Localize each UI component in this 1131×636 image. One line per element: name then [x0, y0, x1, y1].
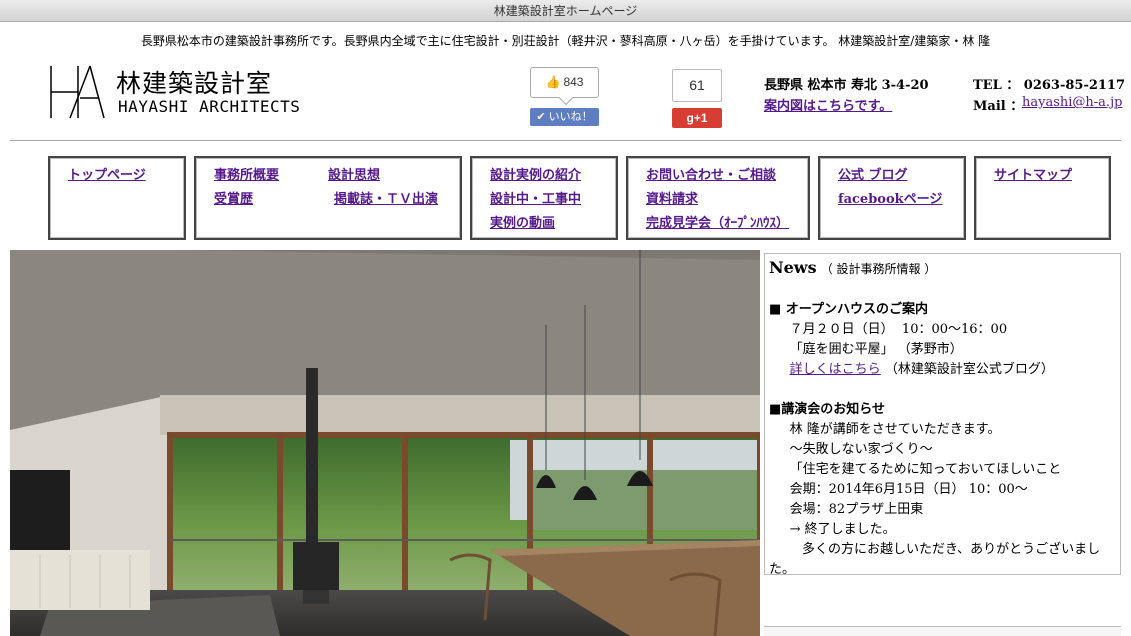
news-item2-line4: 会期：2014年6月15日（日） 10：00～ — [769, 482, 1028, 497]
site-logo[interactable]: 林建築設計室 HAYASHI ARCHITECTS — [48, 64, 308, 120]
news-item1-link[interactable]: 詳しくはこちら — [790, 362, 881, 377]
map-link[interactable]: 案内図はこちらです。 — [764, 95, 892, 114]
news-item2-line3: 「住宅を建てるために知っておいてほしいこと — [769, 462, 1062, 477]
gplus-count: 61 — [672, 69, 722, 102]
logo-english-text: HAYASHI ARCHITECTS — [118, 97, 301, 116]
news-item1-link-note: （林建築設計室公式ブログ） — [880, 362, 1054, 377]
phone-number: TEL ： 0263-85-2117 — [973, 78, 1126, 93]
header-divider — [10, 140, 1121, 141]
news-item2-line1: 林 隆が講師をさせていただきます。 — [769, 422, 1001, 437]
nav-link-top[interactable]: トップページ — [68, 164, 146, 183]
news-item2-title: ■講演会のお知らせ — [769, 402, 886, 417]
news-panel: News （ 設計事務所情報 ） ■ オープンハウスのご案内 ７月２０日（日） … — [764, 253, 1121, 577]
logo-japanese-text: 林建築設計室 — [116, 69, 273, 98]
nav-link-facebook[interactable]: facebookページ — [838, 188, 942, 207]
mail-label: Mail ： — [973, 99, 1024, 114]
news-item2-line6: → 終了しました。 — [769, 522, 896, 537]
nav-box-works: 設計実例の紹介 設計中・工事中 実例の動画 — [470, 156, 618, 240]
thumbs-up-icon: 👍 — [545, 75, 561, 89]
news-subheading: （ 設計事務所情報 ） — [820, 262, 937, 276]
nav-link-philosophy[interactable]: 設計思想 — [328, 164, 380, 183]
site-tagline: 長野県松本市の建築設計事務所です。長野県内全域で主に住宅設計・別荘設計（軽井沢・… — [140, 34, 991, 48]
news-item2-line7: 多くの方にお越しいただき、ありがとうございまし — [769, 542, 1101, 557]
address-text: 長野県 松本市 寿北 3-4-20 — [764, 78, 929, 93]
nav-box-office: 事務所概要 設計思想 受賞歴 掲載誌・ＴＶ出演 — [194, 156, 462, 240]
nav-link-awards[interactable]: 受賞歴 — [214, 188, 253, 207]
lower-panel-edge — [764, 626, 1121, 636]
gplus-button[interactable]: g+1 — [672, 108, 722, 128]
news-item1-date: ７月２０日（日） 10：00～16：00 — [769, 322, 1008, 337]
nav-link-sitemap[interactable]: サイトマップ — [994, 164, 1072, 183]
news-item1-name: 「庭を囲む平屋」 （茅野市） — [769, 342, 963, 357]
facebook-like-count: 👍 843 — [530, 67, 599, 98]
news-item1-title: ■ オープンハウスのご案内 — [769, 302, 929, 317]
window-titlebar: 林建築設計室ホームページ — [0, 0, 1131, 22]
news-heading: News — [769, 258, 817, 277]
hero-photo — [10, 250, 760, 636]
window-title: 林建築設計室ホームページ — [493, 4, 638, 18]
news-item2-line8: た。 — [769, 562, 796, 577]
nav-link-about[interactable]: 事務所概要 — [214, 164, 279, 183]
news-item2-line5: 会場：82プラザ上田東 — [769, 502, 924, 517]
nav-box-top: トップページ — [48, 156, 186, 240]
nav-link-in-progress[interactable]: 設計中・工事中 — [490, 188, 581, 207]
nav-link-videos[interactable]: 実例の動画 — [490, 212, 555, 231]
interior-photo-illustration — [10, 250, 760, 636]
news-item2-line2: ～失敗しない家づくり～ — [769, 442, 933, 457]
nav-link-contact[interactable]: お問い合わせ・ご相談 — [646, 164, 776, 183]
nav-link-blog[interactable]: 公式 ブログ — [838, 164, 908, 183]
nav-link-media[interactable]: 掲載誌・ＴＶ出演 — [334, 188, 438, 207]
nav-box-blog: 公式 ブログ facebookページ — [818, 156, 966, 240]
nav-link-materials[interactable]: 資料請求 — [646, 188, 698, 207]
nav-link-openhouse[interactable]: 完成見学会（ｵｰﾌﾟﾝﾊｳｽ） — [646, 212, 789, 231]
email-link[interactable]: hayashi@h-a.jp — [1022, 95, 1122, 110]
facebook-like-button[interactable]: ✔ いいね！ — [530, 108, 599, 126]
nav-box-sitemap: サイトマップ — [974, 156, 1111, 240]
logo-mark-icon — [50, 65, 105, 119]
nav-box-contact: お問い合わせ・ご相談 資料請求 完成見学会（ｵｰﾌﾟﾝﾊｳｽ） — [626, 156, 810, 240]
nav-link-works[interactable]: 設計実例の紹介 — [490, 164, 581, 183]
